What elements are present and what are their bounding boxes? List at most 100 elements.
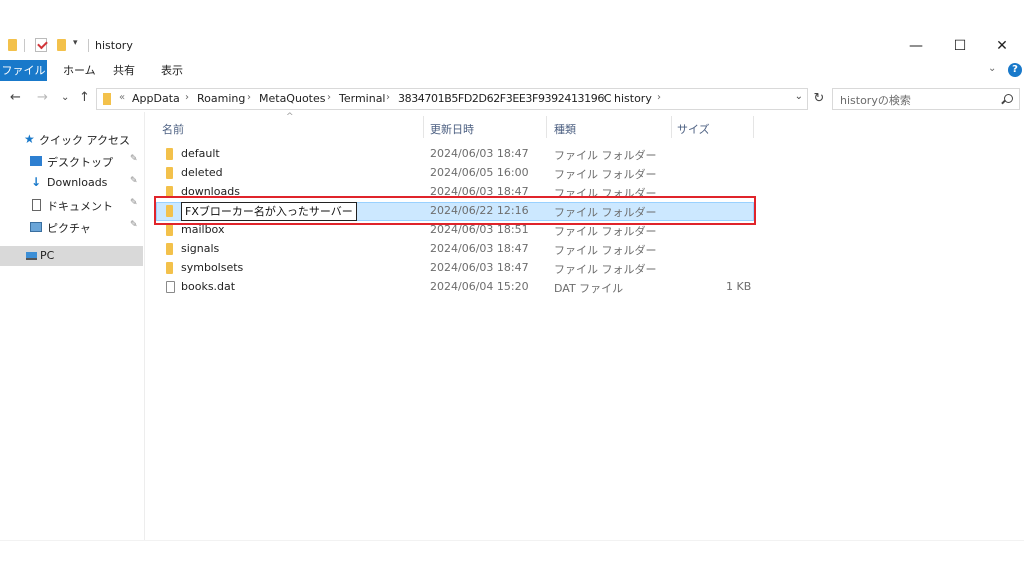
sidebar-item-label: デスクトップ xyxy=(47,156,113,169)
column-header-size[interactable]: サイズ xyxy=(677,121,710,137)
file-type: ファイル フォルダー xyxy=(554,168,657,181)
annotation-highlight-box xyxy=(154,196,756,225)
file-name: default xyxy=(181,147,220,160)
table-row[interactable]: books.dat 2024/06/04 15:20 DAT ファイル 1 KB xyxy=(156,278,754,297)
search-placeholder: historyの検索 xyxy=(840,94,911,107)
table-row[interactable]: symbolsets 2024/06/03 18:47 ファイル フォルダー xyxy=(156,259,754,278)
document-icon xyxy=(32,199,41,211)
maximize-button[interactable]: ☐ xyxy=(940,34,980,58)
expand-ribbon-chevron-icon[interactable]: ⌄ xyxy=(988,63,996,74)
help-icon[interactable]: ? xyxy=(1008,63,1022,77)
breadcrumb-roaming[interactable]: Roaming xyxy=(197,92,245,105)
file-modified: 2024/06/03 18:47 xyxy=(430,147,529,160)
breadcrumb-history[interactable]: history xyxy=(614,92,652,105)
file-type: ファイル フォルダー xyxy=(554,263,657,276)
breadcrumb-separator-icon[interactable]: › xyxy=(602,92,606,103)
file-name: signals xyxy=(181,242,220,255)
folder-icon xyxy=(166,243,173,255)
recent-locations-chevron-icon[interactable]: ⌄ xyxy=(61,92,69,103)
column-header-type[interactable]: 種類 xyxy=(554,121,576,137)
sidebar-item-quick-access[interactable]: ★ クイック アクセス xyxy=(0,129,143,149)
table-row[interactable]: deleted 2024/06/05 16:00 ファイル フォルダー xyxy=(156,164,754,183)
folder-icon xyxy=(8,39,17,51)
up-arrow-icon[interactable]: ↑ xyxy=(79,90,90,105)
divider xyxy=(88,39,89,52)
tab-share[interactable]: 共有 xyxy=(113,60,135,81)
breadcrumb-separator-icon[interactable]: › xyxy=(247,92,251,103)
breadcrumb-terminal-id[interactable]: 3834701B5FD2D62F3EE3F9392413196C xyxy=(398,92,612,105)
pin-icon[interactable]: ✎ xyxy=(130,220,138,230)
column-header-name[interactable]: 名前 xyxy=(162,121,184,137)
close-button[interactable]: ✕ xyxy=(982,34,1022,58)
search-icon[interactable] xyxy=(1004,94,1013,103)
breadcrumb-separator-icon[interactable]: › xyxy=(327,92,331,103)
file-type: ファイル フォルダー xyxy=(554,225,657,238)
ribbon-tabs: ファイル ホーム 共有 表示 ⌄ ? xyxy=(0,60,1024,81)
desktop-icon xyxy=(30,156,42,166)
column-divider[interactable] xyxy=(546,116,547,138)
download-arrow-icon: ↓ xyxy=(31,175,42,189)
pin-icon[interactable]: ✎ xyxy=(130,198,138,208)
sidebar-item-documents[interactable]: ドキュメント ✎ xyxy=(0,195,143,215)
pin-icon[interactable]: ✎ xyxy=(130,176,138,186)
refresh-button[interactable]: ↻ xyxy=(810,88,828,110)
minimize-button[interactable]: — xyxy=(896,34,936,58)
file-type: ファイル フォルダー xyxy=(554,149,657,162)
star-icon: ★ xyxy=(24,132,35,146)
table-row[interactable]: default 2024/06/03 18:47 ファイル フォルダー xyxy=(156,145,754,164)
tab-view[interactable]: 表示 xyxy=(161,60,183,81)
file-icon xyxy=(166,281,175,293)
tab-file[interactable]: ファイル xyxy=(0,60,47,81)
breadcrumb-separator-icon[interactable]: › xyxy=(185,92,189,103)
file-list: ^ 名前 更新日時 種類 サイズ default 2024/06/03 18:4… xyxy=(146,112,1024,540)
divider xyxy=(24,39,25,52)
file-modified: 2024/06/03 18:47 xyxy=(430,261,529,274)
file-type: DAT ファイル xyxy=(554,282,624,295)
folder-icon xyxy=(166,167,173,179)
search-input[interactable]: historyの検索 xyxy=(832,88,1020,110)
address-bar[interactable]: « AppData › Roaming › MetaQuotes › Termi… xyxy=(96,88,808,110)
breadcrumb-appdata[interactable]: AppData xyxy=(132,92,180,105)
address-dropdown-chevron-icon[interactable]: ⌄ xyxy=(795,91,803,102)
new-folder-icon[interactable] xyxy=(57,39,66,51)
sidebar-item-pc[interactable]: PC xyxy=(0,246,143,266)
folder-icon xyxy=(166,224,173,236)
column-header-modified[interactable]: 更新日時 xyxy=(430,121,474,137)
sidebar-item-desktop[interactable]: デスクトップ ✎ xyxy=(0,151,143,171)
sidebar-item-label: Downloads xyxy=(47,176,108,189)
navigation-pane: ★ クイック アクセス デスクトップ ✎ ↓ Downloads ✎ ドキュメン… xyxy=(0,112,145,540)
breadcrumb-separator-icon[interactable]: › xyxy=(386,92,390,103)
folder-icon xyxy=(166,262,173,274)
navigation-bar: ← → ⌄ ↑ « AppData › Roaming › MetaQuotes… xyxy=(0,86,1024,112)
column-divider[interactable] xyxy=(753,116,754,138)
title-bar: ▾ history — ☐ ✕ xyxy=(0,34,1024,58)
file-modified: 2024/06/03 18:47 xyxy=(430,242,529,255)
column-divider[interactable] xyxy=(671,116,672,138)
file-size: 1 KB xyxy=(726,280,752,293)
sidebar-item-label: クイック アクセス xyxy=(39,134,130,147)
file-type: ファイル フォルダー xyxy=(554,244,657,257)
hidden-path-chevron-icon[interactable]: « xyxy=(119,92,125,103)
breadcrumb-metaquotes[interactable]: MetaQuotes xyxy=(259,92,325,105)
properties-icon[interactable] xyxy=(35,38,47,52)
table-row[interactable]: signals 2024/06/03 18:47 ファイル フォルダー xyxy=(156,240,754,259)
divider xyxy=(0,540,1024,541)
file-name: symbolsets xyxy=(181,261,244,274)
folder-icon xyxy=(103,93,111,105)
window-title: history xyxy=(95,39,133,52)
pin-icon[interactable]: ✎ xyxy=(130,154,138,164)
forward-arrow-icon[interactable]: → xyxy=(37,90,48,105)
back-arrow-icon[interactable]: ← xyxy=(10,90,21,105)
breadcrumb-terminal[interactable]: Terminal xyxy=(339,92,386,105)
sidebar-item-pictures[interactable]: ピクチャ ✎ xyxy=(0,217,143,237)
customize-quick-access-chevron-icon[interactable]: ▾ xyxy=(73,38,78,48)
tab-home[interactable]: ホーム xyxy=(63,60,96,81)
pc-icon xyxy=(26,252,37,260)
sidebar-item-downloads[interactable]: ↓ Downloads ✎ xyxy=(0,173,143,193)
file-modified: 2024/06/05 16:00 xyxy=(430,166,529,179)
folder-icon xyxy=(166,148,173,160)
breadcrumb-separator-icon[interactable]: › xyxy=(657,92,661,103)
file-name: books.dat xyxy=(181,280,236,293)
sidebar-item-label: ドキュメント xyxy=(47,200,113,213)
column-divider[interactable] xyxy=(423,116,424,138)
